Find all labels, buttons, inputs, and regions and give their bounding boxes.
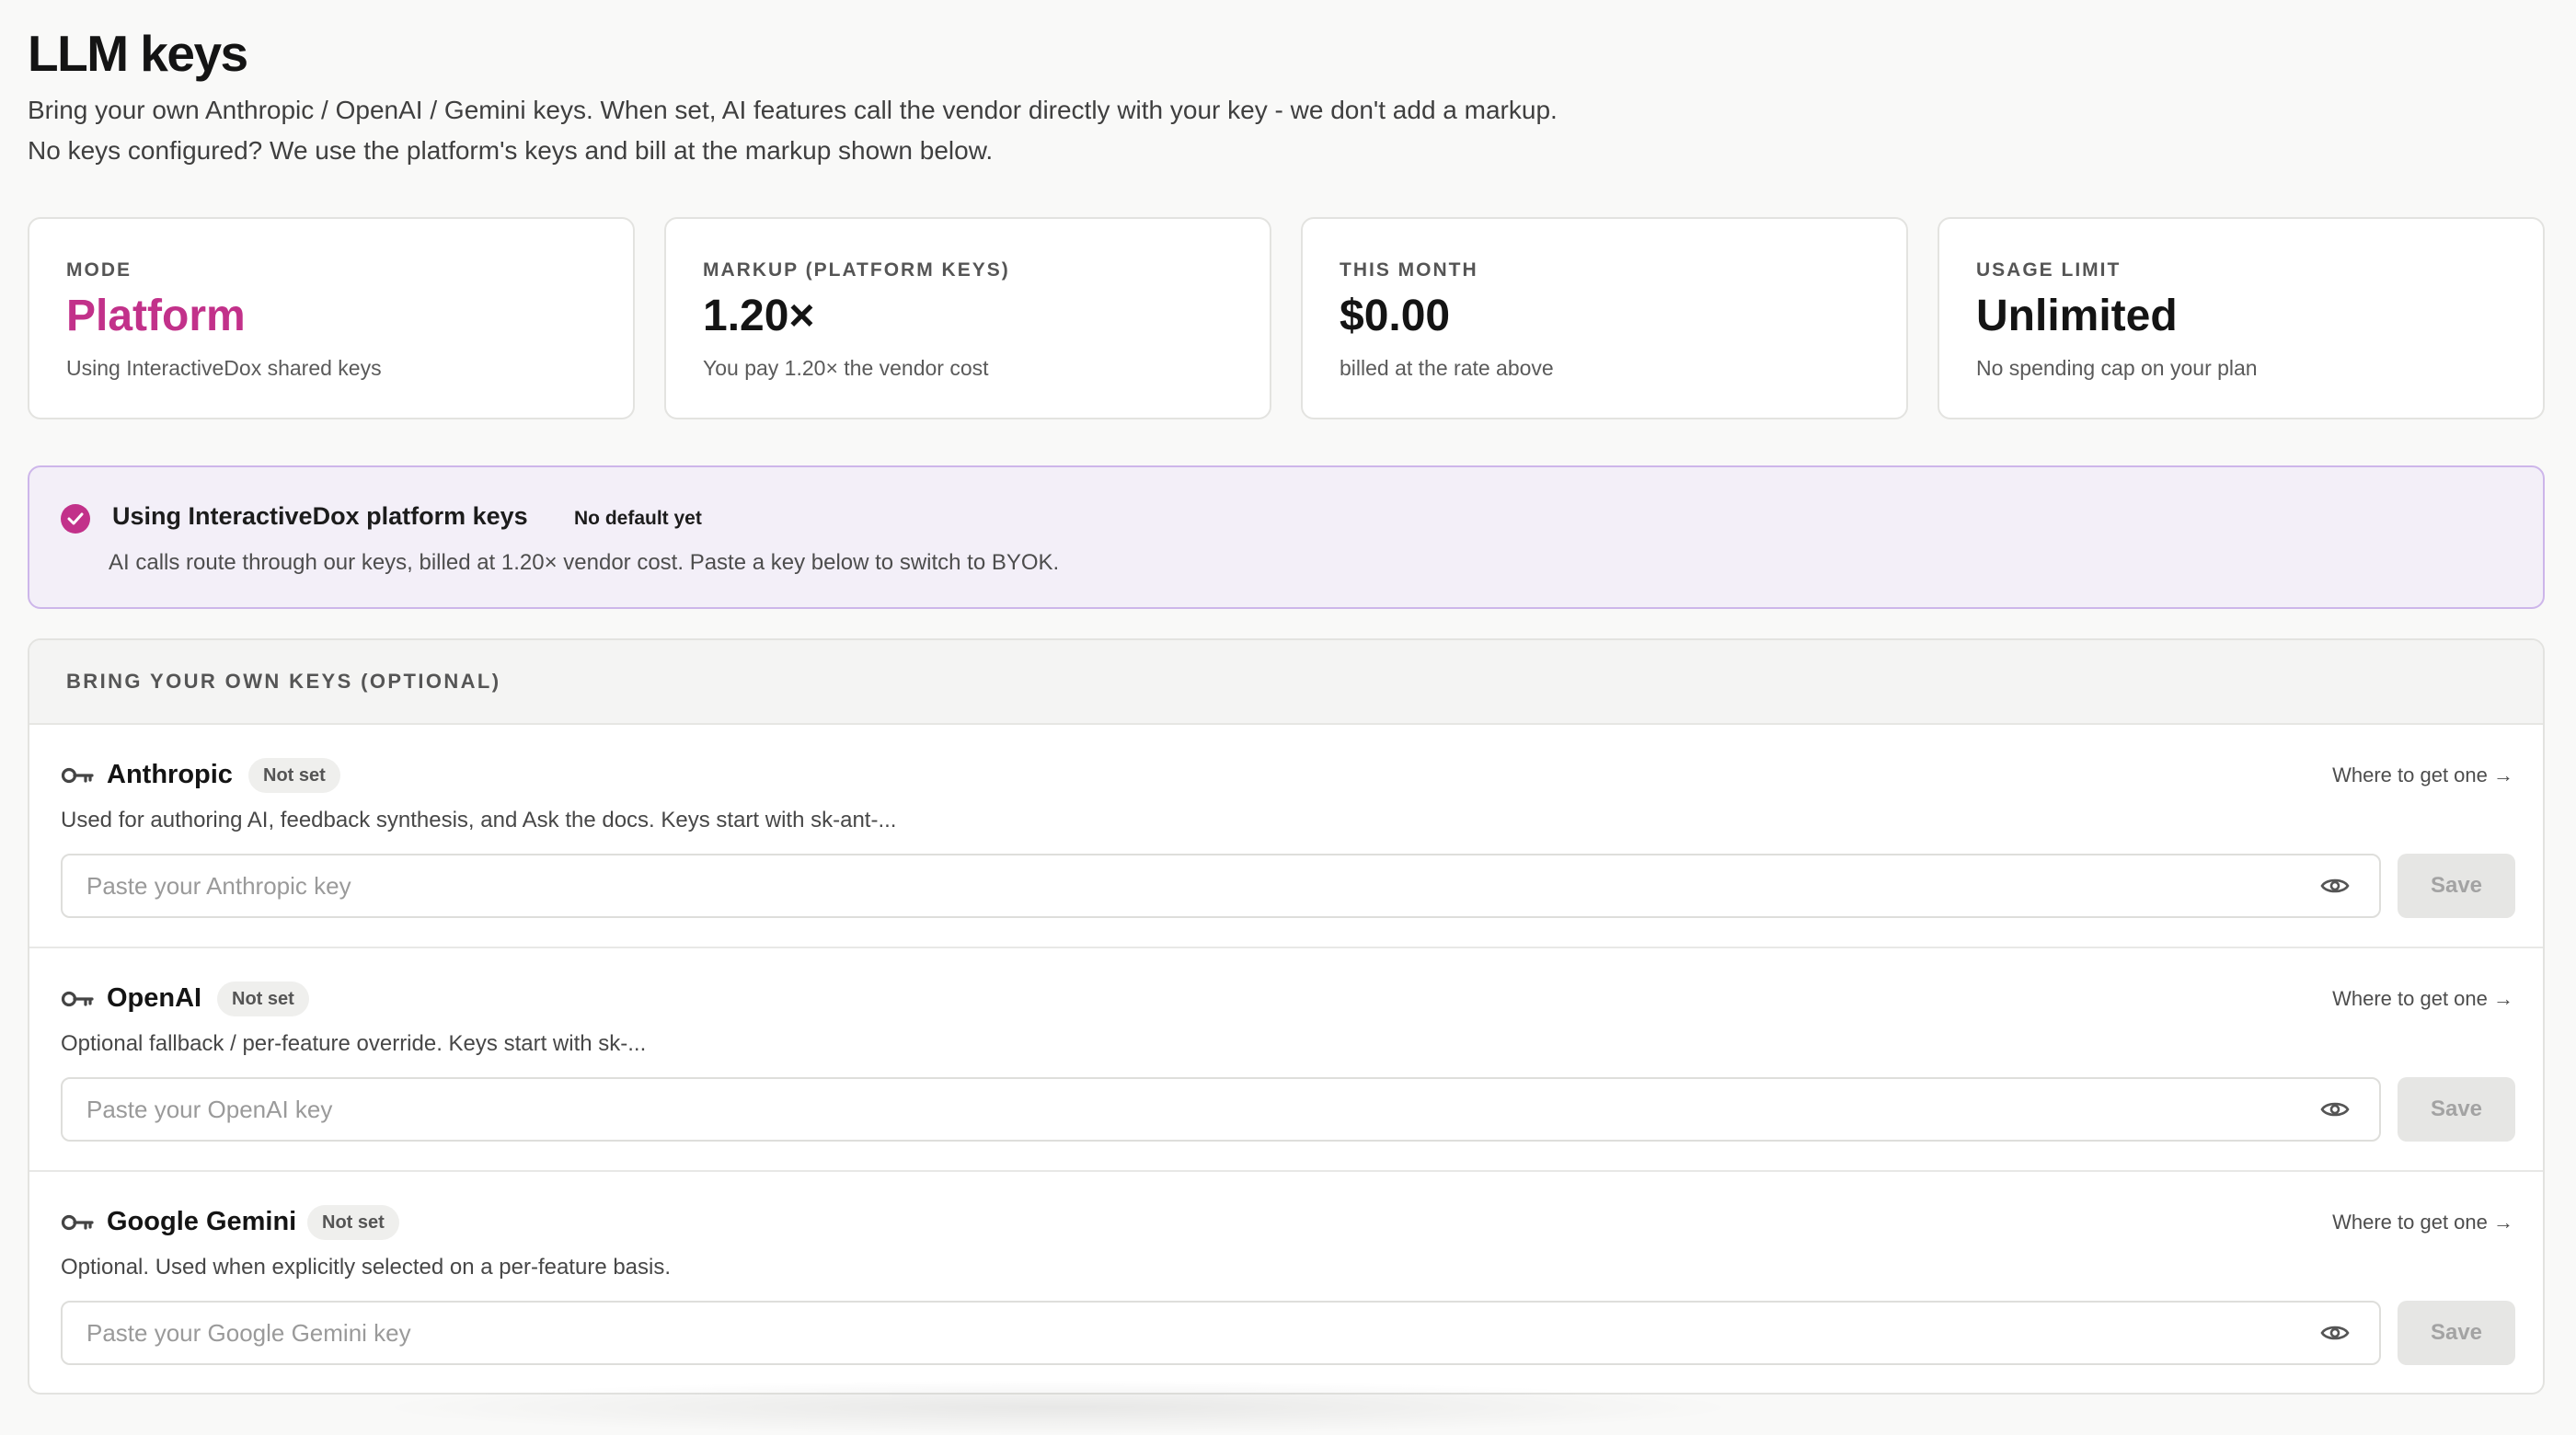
platform-keys-banner: Using InteractiveDox platform keys No de… [28,465,2545,609]
banner-description: AI calls route through our keys, billed … [109,550,1060,575]
stat-cards: MODE Platform Using InteractiveDox share… [28,217,2545,419]
stat-card-mode: MODE Platform Using InteractiveDox share… [28,217,635,419]
provider-name: Anthropic [107,760,233,789]
save-button[interactable]: Save [2398,1301,2515,1365]
stat-value: $0.00 [1340,292,1451,340]
stat-value: Platform [66,292,246,340]
provider-openai: OpenAI Not set Where to get one → Option… [29,948,2543,1172]
status-badge: Not set [307,1205,399,1240]
key-icon [61,767,94,784]
page-title: LLM keys [28,25,248,82]
eye-icon[interactable] [2320,1323,2350,1343]
bottom-shadow [368,1380,1748,1435]
stat-note: No spending cap on your plan [1976,356,2258,380]
stat-label: USAGE LIMIT [1976,259,2122,281]
google-gemini-key-input[interactable] [61,1301,2381,1365]
section-label: BRING YOUR OWN KEYS (OPTIONAL) [66,670,501,693]
stat-label: MARKUP (PLATFORM KEYS) [703,259,1010,281]
byok-section: BRING YOUR OWN KEYS (OPTIONAL) Anthropic… [28,638,2545,1395]
provider-description: Used for authoring AI, feedback synthesi… [61,808,897,832]
default-status-pill: No default yet [561,500,715,537]
provider-description: Optional. Used when explicitly selected … [61,1255,672,1280]
where-to-get-link[interactable]: Where to get one → [2332,1211,2513,1234]
openai-key-input[interactable] [61,1077,2381,1142]
page-subtitle: Bring your own Anthropic / OpenAI / Gemi… [28,96,1558,165]
provider-name: Google Gemini [107,1207,297,1236]
save-button[interactable]: Save [2398,854,2515,918]
where-to-get-link[interactable]: Where to get one → [2332,987,2513,1011]
stat-value: 1.20× [703,292,815,340]
status-badge: Not set [248,758,340,793]
status-badge: Not set [217,982,309,1016]
stat-note: Using InteractiveDox shared keys [66,356,382,380]
byok-section-header: BRING YOUR OWN KEYS (OPTIONAL) [29,640,2543,725]
save-button[interactable]: Save [2398,1077,2515,1142]
key-icon [61,991,94,1007]
stat-label: MODE [66,259,132,281]
provider-google-gemini: Google Gemini Not set Where to get one →… [29,1172,2543,1393]
banner-title: Using InteractiveDox platform keys [112,502,528,530]
stat-label: THIS MONTH [1340,259,1478,281]
stat-value: Unlimited [1976,292,2178,340]
stat-card-markup: MARKUP (PLATFORM KEYS) 1.20× You pay 1.2… [664,217,1271,419]
anthropic-key-input[interactable] [61,854,2381,918]
eye-icon[interactable] [2320,876,2350,896]
eye-icon[interactable] [2320,1099,2350,1119]
check-circle-icon [61,504,90,534]
stat-card-usage-limit: USAGE LIMIT Unlimited No spending cap on… [1938,217,2545,419]
stat-note: You pay 1.20× the vendor cost [703,356,989,380]
where-to-get-link[interactable]: Where to get one → [2332,763,2513,787]
key-icon [61,1214,94,1231]
provider-description: Optional fallback / per-feature override… [61,1031,647,1056]
stat-card-this-month: THIS MONTH $0.00 billed at the rate abov… [1301,217,1908,419]
stat-note: billed at the rate above [1340,356,1554,380]
provider-anthropic: Anthropic Not set Where to get one → Use… [29,725,2543,948]
provider-name: OpenAI [107,983,202,1013]
